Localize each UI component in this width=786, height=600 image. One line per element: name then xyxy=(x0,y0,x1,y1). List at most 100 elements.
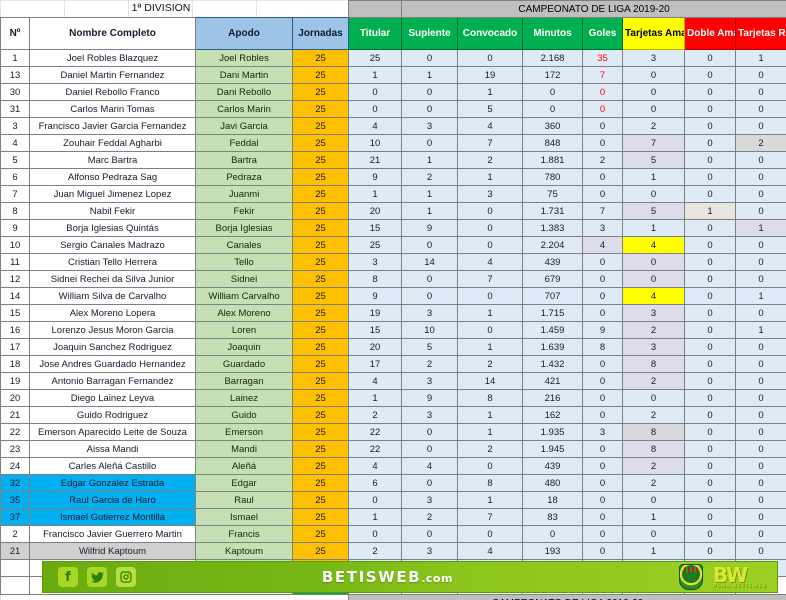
cell-apodo[interactable]: Dani Rebollo xyxy=(194,83,294,101)
cell-nombre[interactable]: Guido Rodriguez xyxy=(29,406,196,424)
header-convocado[interactable]: Convocado xyxy=(457,17,524,50)
cell-nombre[interactable]: Sidnei Rechei da Silva Junior xyxy=(29,270,196,288)
cell-tarjetas-rojas[interactable]: 0 xyxy=(735,304,786,322)
cell-num[interactable]: 8 xyxy=(0,202,30,220)
cell-jornadas[interactable]: 25 xyxy=(292,491,350,509)
cell-tarjetas-rojas[interactable]: 1 xyxy=(735,287,786,305)
cell-tarjetas-rojas[interactable]: 0 xyxy=(735,66,786,84)
cell-apodo[interactable]: Guardado xyxy=(194,355,294,373)
cell-tarjetas-rojas[interactable]: 0 xyxy=(735,202,786,220)
cell-tarjetas-amarillas[interactable]: 0 xyxy=(622,100,686,118)
cell-convocado[interactable]: 0 xyxy=(457,287,524,305)
cell-num[interactable]: 14 xyxy=(0,287,30,305)
cell-tarjetas-amarillas[interactable]: 1 xyxy=(622,168,686,186)
cell-titular[interactable]: 3 xyxy=(348,253,403,271)
cell-convocado[interactable]: 8 xyxy=(457,389,524,407)
cell-titular[interactable]: 4 xyxy=(348,372,403,390)
cell-titular[interactable]: 10 xyxy=(348,134,403,152)
cell-doble-amarillas[interactable]: 0 xyxy=(684,525,737,543)
cell-nombre[interactable]: Alfonso Pedraza Sag xyxy=(29,168,196,186)
cell-suplente[interactable]: 9 xyxy=(401,389,459,407)
cell-tarjetas-rojas[interactable]: 1 xyxy=(735,321,786,339)
header-titular[interactable]: Titular xyxy=(348,17,403,50)
cell-convocado[interactable]: 0 xyxy=(457,49,524,67)
cell-apodo[interactable]: Loren xyxy=(194,321,294,339)
cell-titular[interactable]: 25 xyxy=(348,236,403,254)
cell-doble-amarillas[interactable]: 0 xyxy=(684,185,737,203)
cell-num[interactable]: 21 xyxy=(0,406,30,424)
cell-suplente[interactable]: 0 xyxy=(401,83,459,101)
cell-titular[interactable]: 21 xyxy=(348,151,403,169)
cell-tarjetas-amarillas[interactable]: 2 xyxy=(622,117,686,135)
cell-minutos[interactable]: 1.639 xyxy=(522,338,584,356)
cell-doble-amarillas[interactable]: 0 xyxy=(684,270,737,288)
cell-apodo[interactable]: Feddal xyxy=(194,134,294,152)
cell-num[interactable]: 32 xyxy=(0,474,30,492)
cell-doble-amarillas[interactable]: 0 xyxy=(684,440,737,458)
cell-convocado[interactable]: 7 xyxy=(457,270,524,288)
cell-jornadas[interactable]: 25 xyxy=(292,83,350,101)
cell-convocado[interactable]: 1 xyxy=(457,338,524,356)
cell-tarjetas-amarillas[interactable]: 2 xyxy=(622,372,686,390)
cell-minutos[interactable]: 480 xyxy=(522,474,584,492)
cell-jornadas[interactable]: 25 xyxy=(292,525,350,543)
cell-nombre[interactable]: Carles Aleñá Castillo xyxy=(29,457,196,475)
cell-num[interactable]: 20 xyxy=(0,389,30,407)
cell-minutos[interactable]: 780 xyxy=(522,168,584,186)
header-tarjetas-amarillas[interactable]: Tarjetas Amarillas xyxy=(622,17,686,50)
cell-apodo[interactable]: Carlos Marin xyxy=(194,100,294,118)
cell-doble-amarillas[interactable]: 0 xyxy=(684,321,737,339)
cell-doble-amarillas[interactable]: 0 xyxy=(684,66,737,84)
cell-titular[interactable]: 1 xyxy=(348,508,403,526)
cell-convocado[interactable]: 19 xyxy=(457,66,524,84)
cell-jornadas[interactable]: 25 xyxy=(292,253,350,271)
cell-minutos[interactable]: 1.881 xyxy=(522,151,584,169)
cell-apodo[interactable]: Joel Robles xyxy=(194,49,294,67)
cell-nombre[interactable]: Daniel Martin Fernandez xyxy=(29,66,196,84)
cell-nombre[interactable]: Emerson Aparecido Leite de Souza xyxy=(29,423,196,441)
cell-titular[interactable]: 2 xyxy=(348,406,403,424)
cell-convocado[interactable]: 3 xyxy=(457,185,524,203)
cell-convocado[interactable]: 2 xyxy=(457,151,524,169)
cell-tarjetas-rojas[interactable]: 0 xyxy=(735,355,786,373)
cell-titular[interactable]: 1 xyxy=(348,389,403,407)
header-jornadas[interactable]: Jornadas xyxy=(292,17,350,50)
header-minutos[interactable]: Minutos xyxy=(522,17,584,50)
cell-num[interactable]: 2 xyxy=(0,525,30,543)
header-apodo[interactable]: Apodo xyxy=(194,17,294,50)
cell-tarjetas-rojas[interactable]: 0 xyxy=(735,372,786,390)
cell-tarjetas-rojas[interactable]: 0 xyxy=(735,474,786,492)
cell-goles[interactable]: 0 xyxy=(582,457,624,475)
cell-suplente[interactable]: 14 xyxy=(401,253,459,271)
cell-apodo[interactable]: Guido xyxy=(194,406,294,424)
cell-doble-amarillas[interactable]: 0 xyxy=(684,491,737,509)
cell-convocado[interactable]: 0 xyxy=(457,219,524,237)
cell-suplente[interactable]: 2 xyxy=(401,355,459,373)
cell-num[interactable]: 13 xyxy=(0,66,30,84)
cell-num[interactable]: 15 xyxy=(0,304,30,322)
cell-tarjetas-amarillas[interactable]: 2 xyxy=(622,406,686,424)
cell-jornadas[interactable]: 25 xyxy=(292,372,350,390)
cell-minutos[interactable]: 1.731 xyxy=(522,202,584,220)
cell-tarjetas-rojas[interactable]: 0 xyxy=(735,440,786,458)
cell-nombre[interactable]: Nabil Fekir xyxy=(29,202,196,220)
cell-tarjetas-amarillas[interactable]: 0 xyxy=(622,525,686,543)
cell-nombre[interactable]: Jose Andres Guardado Hernandez xyxy=(29,355,196,373)
cell-goles[interactable]: 7 xyxy=(582,66,624,84)
cell-num[interactable]: 35 xyxy=(0,491,30,509)
cell-goles[interactable]: 0 xyxy=(582,440,624,458)
facebook-icon[interactable]: f xyxy=(58,567,78,587)
cell-jornadas[interactable]: 25 xyxy=(292,219,350,237)
cell-apodo[interactable]: Aleñá xyxy=(194,457,294,475)
cell-goles[interactable]: 0 xyxy=(582,100,624,118)
cell-suplente[interactable]: 3 xyxy=(401,406,459,424)
cell-num[interactable]: 7 xyxy=(0,185,30,203)
cell-goles[interactable]: 0 xyxy=(582,508,624,526)
cell-jornadas[interactable]: 25 xyxy=(292,66,350,84)
cell-num[interactable]: 6 xyxy=(0,168,30,186)
cell-num[interactable]: 23 xyxy=(0,440,30,458)
cell-titular[interactable]: 9 xyxy=(348,287,403,305)
cell-apodo[interactable]: Ismael xyxy=(194,508,294,526)
cell-apodo[interactable]: Pedraza xyxy=(194,168,294,186)
cell-apodo[interactable]: William Carvalho xyxy=(194,287,294,305)
